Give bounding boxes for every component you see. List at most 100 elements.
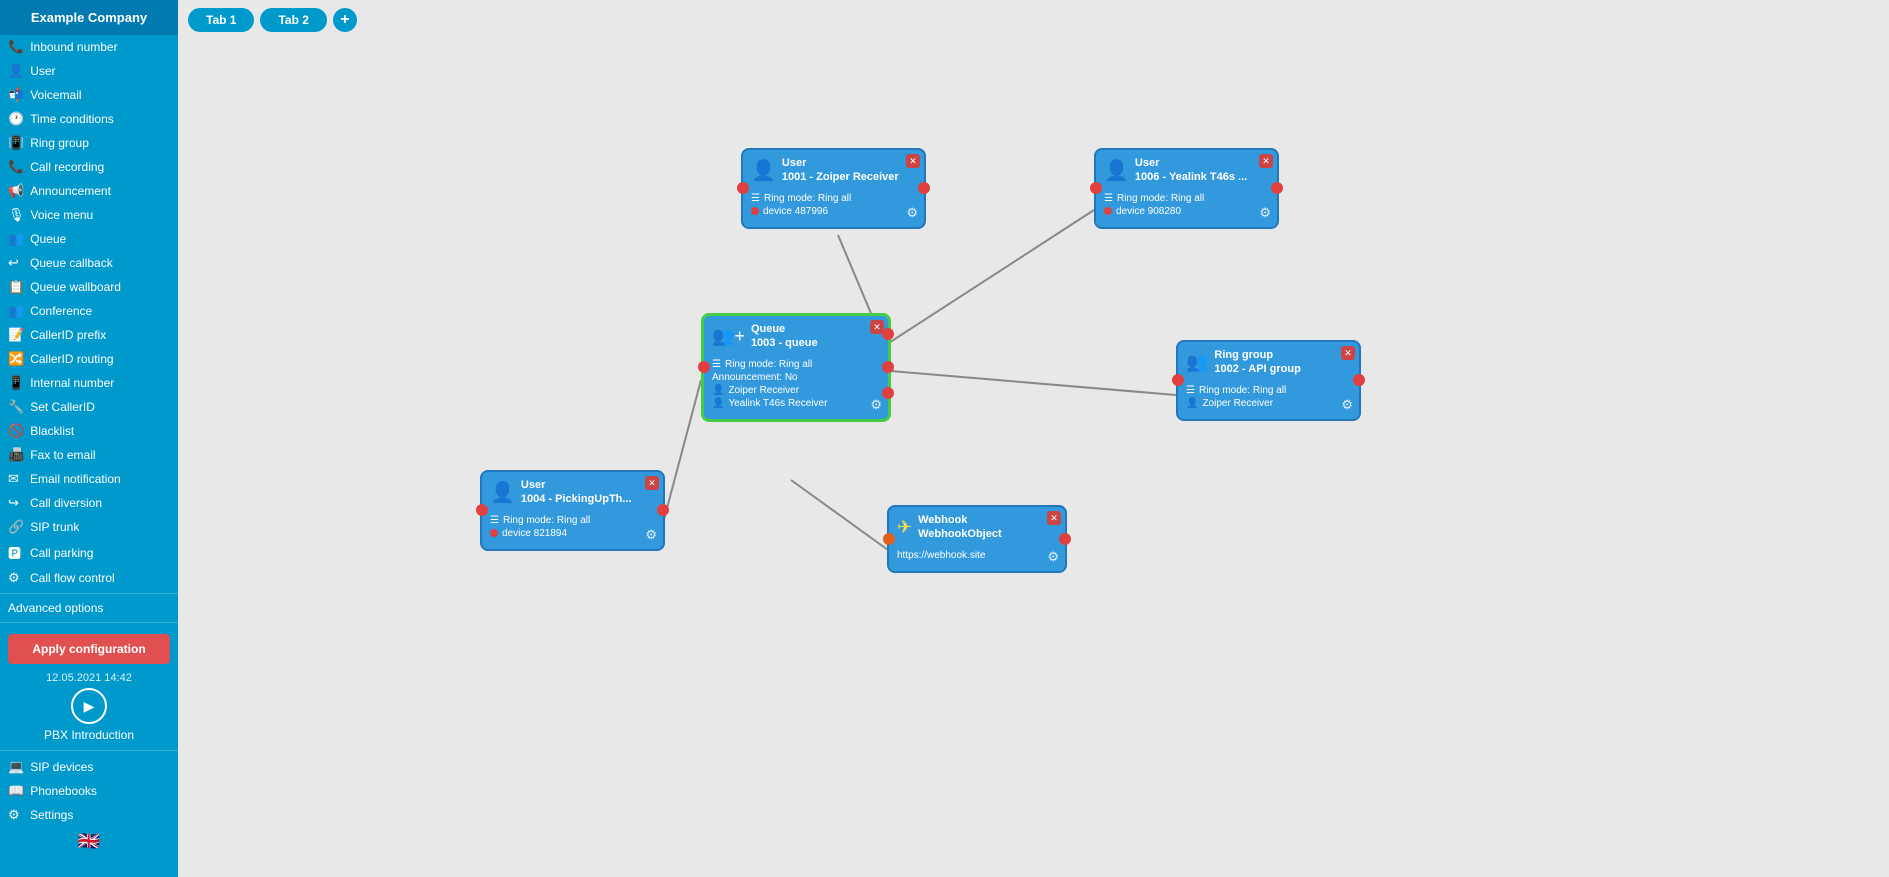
rec-icon: 📞 [8, 159, 24, 175]
gear-user-1001[interactable]: ⚙ [906, 205, 918, 221]
cfc-icon: ⚙ [8, 570, 24, 586]
user-card-icon-1006: 👤 [1104, 158, 1129, 183]
sidebar-divider2 [0, 622, 178, 623]
close-user-1006[interactable]: ✕ [1259, 154, 1273, 168]
card-body-ringgroup: ☰ Ring mode: Ring all 👤 Zoiper Receiver [1178, 381, 1359, 419]
dot-right-user1006 [1271, 182, 1283, 194]
dot-top-right-queue [882, 328, 894, 340]
sidebar-item-callerid-prefix[interactable]: 📝 CallerID prefix [0, 323, 178, 347]
member-icon2: 👤 [712, 398, 724, 409]
sidebar-label: Voice menu [31, 208, 94, 222]
int-icon: 📱 [8, 375, 24, 391]
dot-right-user1004 [657, 504, 669, 516]
sidebar-item-call-flow-control[interactable]: ⚙ Call flow control [0, 566, 178, 590]
card-webhook: ✈ Webhook WebhookObject ✕ https://webhoo… [887, 505, 1067, 573]
play-button[interactable]: ▶ [71, 688, 107, 724]
close-webhook[interactable]: ✕ [1047, 511, 1061, 525]
ring-mode-text: Ring mode: Ring all [764, 193, 851, 204]
card-title-ringgroup: Ring group 1002 - API group [1214, 348, 1300, 377]
add-tab-button[interactable]: + [333, 8, 357, 32]
ring-mode-icon: ☰ [751, 193, 760, 204]
tab-1[interactable]: Tab 1 [188, 8, 254, 32]
close-user-1004[interactable]: ✕ [645, 476, 659, 490]
sidebar-label: Call flow control [30, 571, 115, 585]
sidebar-item-queue-callback[interactable]: ↩ Queue callback [0, 251, 178, 275]
sidebar-item-queue-wallboard[interactable]: 📋 Queue wallboard [0, 275, 178, 299]
close-user-1001[interactable]: ✕ [906, 154, 920, 168]
conf-icon: 👥 [8, 303, 24, 319]
sidebar-item-advanced-options[interactable]: Advanced options [0, 597, 178, 619]
sidebar-item-inbound-number[interactable]: 📞 Inbound number [0, 35, 178, 59]
card-header-user-1006: 👤 User 1006 - Yealink T46s ... ✕ [1096, 150, 1277, 189]
sidebar-item-sip-devices[interactable]: 💻 SIP devices [0, 755, 178, 779]
card-title-user-1001: User 1001 - Zoiper Receiver [782, 156, 899, 185]
card-body-user-1006: ☰ Ring mode: Ring all device 908280 [1096, 189, 1277, 227]
dot-right-ringgroup [1353, 374, 1365, 386]
sidebar-item-blacklist[interactable]: 🚫 Blacklist [0, 419, 178, 443]
gear-user-1004[interactable]: ⚙ [645, 527, 657, 543]
sidebar-item-call-recording[interactable]: 📞 Call recording [0, 155, 178, 179]
sidebar-item-sip-trunk[interactable]: 🔗 SIP trunk [0, 515, 178, 539]
apply-config-button[interactable]: Apply configuration [8, 634, 170, 664]
gear-ringgroup[interactable]: ⚙ [1341, 397, 1353, 413]
sidebar-item-email-notification[interactable]: ✉ Email notification [0, 467, 178, 491]
close-ringgroup[interactable]: ✕ [1341, 346, 1355, 360]
member-row: 👤 Zoiper Receiver [1186, 398, 1351, 409]
sidebar-item-call-diversion[interactable]: ↪ Call diversion [0, 491, 178, 515]
connectors-svg [178, 40, 1889, 877]
gear-queue[interactable]: ⚙ [870, 397, 882, 413]
sidebar-label: Set CallerID [30, 400, 95, 414]
sidebar-item-call-parking[interactable]: 🅿 Call parking [0, 539, 178, 566]
sidebar-label: SIP devices [30, 760, 93, 774]
device-text: device 821894 [502, 528, 567, 539]
sidebar-label: Voicemail [30, 88, 81, 102]
sidebar-item-phonebooks[interactable]: 📖 Phonebooks [0, 779, 178, 803]
flag: 🇬🇧 [0, 827, 178, 856]
sidebar-label: Queue wallboard [30, 280, 121, 294]
device-row: device 487996 [751, 206, 916, 217]
card-header-ringgroup: 👥 Ring group 1002 - API group ✕ [1178, 342, 1359, 381]
gear-webhook[interactable]: ⚙ [1047, 549, 1059, 565]
ring-mode-icon: ☰ [1104, 193, 1113, 204]
time-icon: 🕐 [8, 111, 24, 127]
ann-text: Announcement: No [712, 372, 798, 383]
dot-bot-right-queue [882, 387, 894, 399]
sidebar-item-conference[interactable]: 👥 Conference [0, 299, 178, 323]
timestamp: 12.05.2021 14:42 [0, 672, 178, 684]
sidebar-item-time-conditions[interactable]: 🕐 Time conditions [0, 107, 178, 131]
member1-text: Zoiper Receiver [728, 385, 799, 396]
sidebar-item-voicemail[interactable]: 📬 Voicemail [0, 83, 178, 107]
announcement-row: Announcement: No [712, 372, 880, 383]
sidebar-item-queue[interactable]: 👥 Queue [0, 227, 178, 251]
card-type: User [782, 156, 899, 170]
sidebar-item-fax-to-email[interactable]: 📠 Fax to email [0, 443, 178, 467]
sidebar-item-set-callerid[interactable]: 🔧 Set CallerID [0, 395, 178, 419]
sidebar-label: User [30, 64, 55, 78]
settings-icon: ⚙ [8, 807, 24, 823]
sidebar-label: Queue callback [30, 256, 113, 270]
sidebar-item-voice-menu[interactable]: 🎙 Voice menu [0, 203, 178, 227]
sidebar-item-internal-number[interactable]: 📱 Internal number [0, 371, 178, 395]
sidebar-item-callerid-routing[interactable]: 🔀 CallerID routing [0, 347, 178, 371]
gear-user-1006[interactable]: ⚙ [1259, 205, 1271, 221]
device-status-dot [751, 207, 759, 215]
device-status-dot [1104, 207, 1112, 215]
ring-mode-row: ☰ Ring mode: Ring all [1104, 193, 1269, 204]
main-area: Tab 1 Tab 2 + 👤 User 1001 - Zoiper Recei… [178, 0, 1889, 877]
sidebar-item-settings[interactable]: ⚙ Settings [0, 803, 178, 827]
canvas: 👤 User 1001 - Zoiper Receiver ✕ ☰ Ring m… [178, 40, 1889, 877]
card-body-user-1001: ☰ Ring mode: Ring all device 487996 [743, 189, 924, 227]
sidebar-label: Blacklist [30, 424, 74, 438]
member-icon: 👤 [1186, 398, 1198, 409]
sidebar-item-announcement[interactable]: 📢 Announcement [0, 179, 178, 203]
tab-2[interactable]: Tab 2 [260, 8, 326, 32]
card-user-1006: 👤 User 1006 - Yealink T46s ... ✕ ☰ Ring … [1094, 148, 1279, 229]
cidp-icon: 📝 [8, 327, 24, 343]
card-id: WebhookObject [918, 527, 1002, 541]
sidebar-item-user[interactable]: 👤 User [0, 59, 178, 83]
qwb-icon: 📋 [8, 279, 24, 295]
card-id: 1002 - API group [1214, 362, 1300, 376]
inbound-icon: 📞 [8, 39, 24, 55]
sidebar-label: Conference [30, 304, 92, 318]
sidebar-item-ring-group[interactable]: 📳 Ring group [0, 131, 178, 155]
